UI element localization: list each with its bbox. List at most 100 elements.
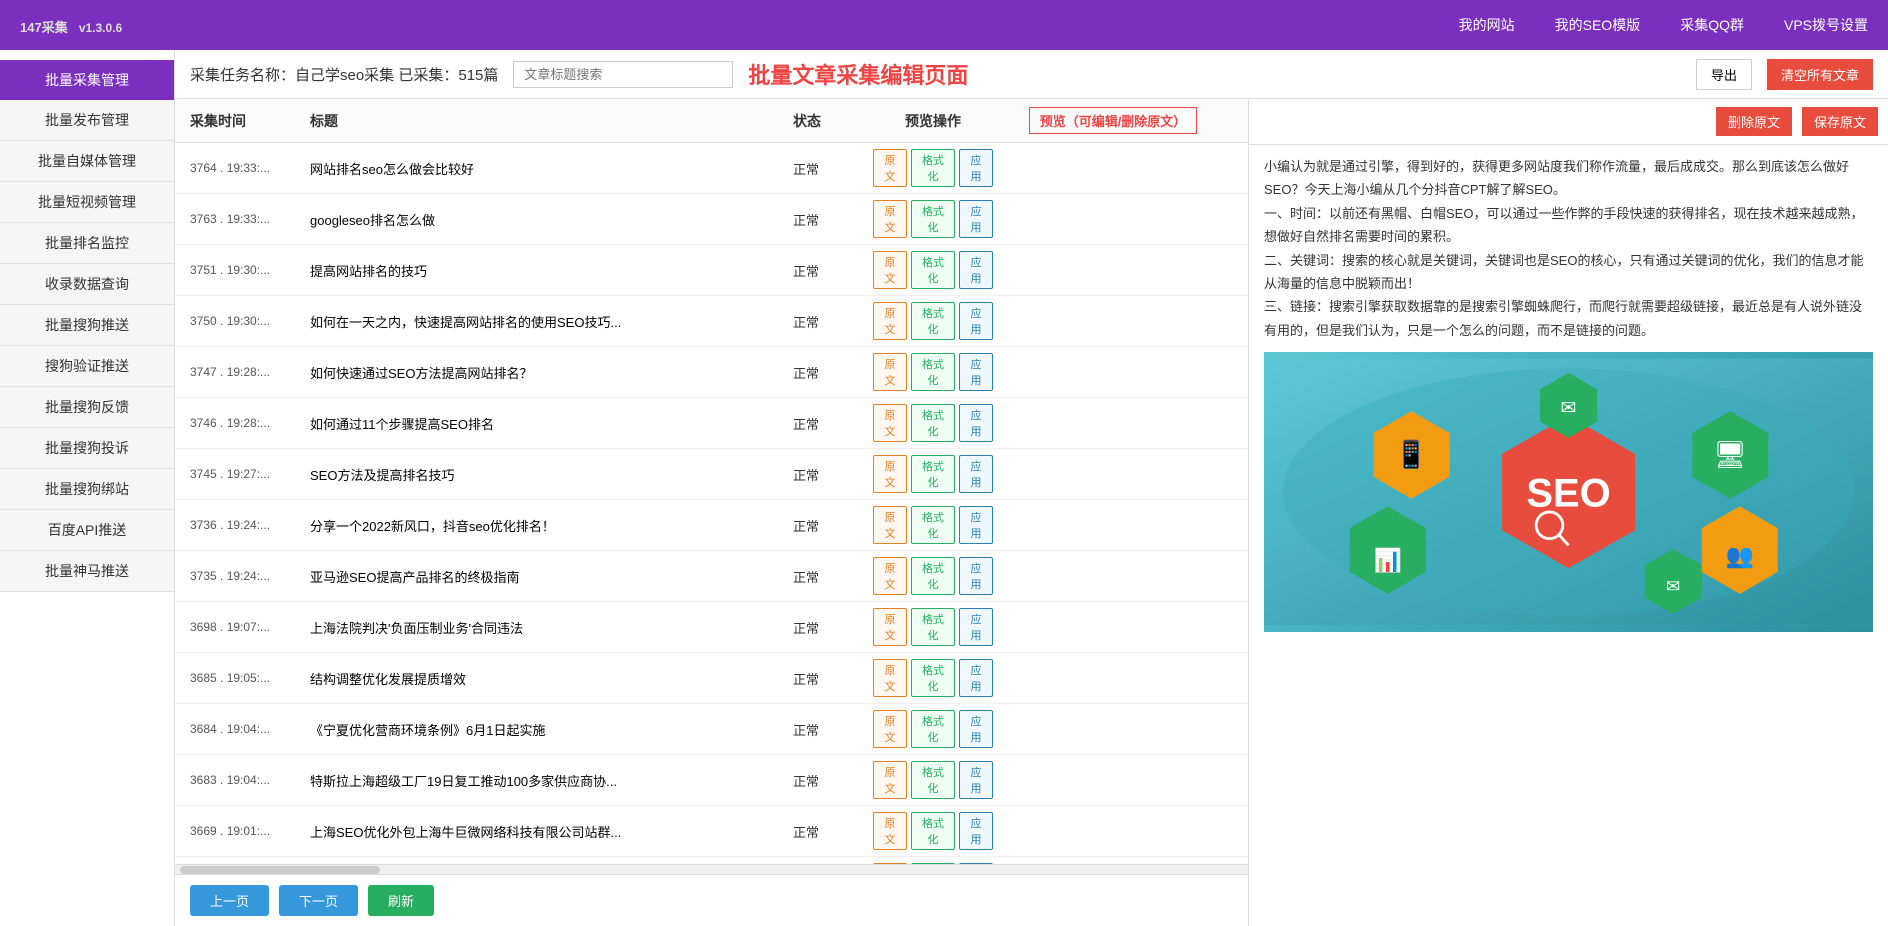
btn-format[interactable]: 格式化 — [911, 812, 955, 850]
task-info: 采集任务名称：自己学seo采集 已采集：515篇 — [190, 64, 498, 85]
btn-apply[interactable]: 应用 — [959, 812, 993, 850]
table-row[interactable]: 3746 . 19:28:... 如何通过11个步骤提高SEO排名 正常 原文 … — [175, 398, 1248, 449]
btn-orig[interactable]: 原文 — [873, 404, 907, 442]
nav-vps-setting[interactable]: VPS拨号设置 — [1784, 15, 1868, 35]
sidebar-item-baidu-api[interactable]: 百度API推送 — [0, 510, 174, 551]
sidebar-item-video[interactable]: 批量短视频管理 — [0, 182, 174, 223]
table-row[interactable]: 3683 . 19:04:... 特斯拉上海超级工厂19日复工推动100多家供应… — [175, 755, 1248, 806]
preview-panel-header: 删除原文 保存原文 — [1249, 99, 1888, 145]
btn-apply[interactable]: 应用 — [959, 149, 993, 187]
table-row[interactable]: 3684 . 19:04:... 《宁夏优化营商环境条例》6月1日起实施 正常 … — [175, 704, 1248, 755]
table-row[interactable]: 3736 . 19:24:... 分享一个2022新风口，抖音seo优化排名！ … — [175, 500, 1248, 551]
btn-orig[interactable]: 原文 — [873, 251, 907, 289]
btn-orig[interactable]: 原文 — [873, 149, 907, 187]
btn-orig[interactable]: 原文 — [873, 659, 907, 697]
btn-format[interactable]: 格式化 — [911, 506, 955, 544]
refresh-button[interactable]: 刷新 — [368, 885, 434, 916]
btn-orig[interactable]: 原文 — [873, 761, 907, 799]
row-status: 正常 — [793, 312, 873, 331]
next-page-button[interactable]: 下一页 — [279, 885, 358, 916]
sidebar-item-collect[interactable]: 批量采集管理 — [0, 60, 174, 100]
btn-format[interactable]: 格式化 — [911, 200, 955, 238]
row-title: 提高网站排名的技巧 — [310, 261, 793, 280]
sidebar-item-index[interactable]: 收录数据查询 — [0, 264, 174, 305]
btn-format[interactable]: 格式化 — [911, 149, 955, 187]
table-row[interactable]: 3763 . 19:33:... googleseo排名怎么做 正常 原文 格式… — [175, 194, 1248, 245]
btn-format[interactable]: 格式化 — [911, 404, 955, 442]
sidebar-item-publish[interactable]: 批量发布管理 — [0, 100, 174, 141]
prev-page-button[interactable]: 上一页 — [190, 885, 269, 916]
row-ops: 原文 格式化 应用 — [873, 761, 993, 799]
search-input[interactable] — [513, 61, 733, 88]
scrollbar-thumb[interactable] — [180, 866, 380, 874]
col-header-ops: 预览操作 — [873, 111, 993, 131]
btn-apply[interactable]: 应用 — [959, 506, 993, 544]
btn-orig[interactable]: 原文 — [873, 812, 907, 850]
table-row[interactable]: 3764 . 19:33:... 网站排名seo怎么做会比较好 正常 原文 格式… — [175, 143, 1248, 194]
table-row[interactable]: 3685 . 19:05:... 结构调整优化发展提质增效 正常 原文 格式化 … — [175, 653, 1248, 704]
btn-orig[interactable]: 原文 — [873, 200, 907, 238]
table-row[interactable]: 3751 . 19:30:... 提高网站排名的技巧 正常 原文 格式化 应用 — [175, 245, 1248, 296]
svg-text:✉: ✉ — [1666, 577, 1680, 596]
nav-qq-group[interactable]: 采集QQ群 — [1680, 15, 1744, 35]
btn-orig[interactable]: 原文 — [873, 506, 907, 544]
sidebar-item-sogou-verify[interactable]: 搜狗验证推送 — [0, 346, 174, 387]
btn-orig[interactable]: 原文 — [873, 710, 907, 748]
save-orig-button[interactable]: 保存原文 — [1802, 107, 1878, 136]
btn-apply[interactable]: 应用 — [959, 200, 993, 238]
btn-apply[interactable]: 应用 — [959, 302, 993, 340]
btn-format[interactable]: 格式化 — [911, 710, 955, 748]
btn-format[interactable]: 格式化 — [911, 659, 955, 697]
btn-orig[interactable]: 原文 — [873, 302, 907, 340]
row-ops: 原文 格式化 应用 — [873, 557, 993, 595]
row-status: 正常 — [793, 567, 873, 586]
sidebar-item-media[interactable]: 批量自媒体管理 — [0, 141, 174, 182]
table-row[interactable]: 3750 . 19:30:... 如何在一天之内，快速提高网站排名的使用SEO技… — [175, 296, 1248, 347]
clear-all-button[interactable]: 清空所有文章 — [1767, 59, 1873, 90]
sidebar-item-sogou-push[interactable]: 批量搜狗推送 — [0, 305, 174, 346]
row-time: 3764 . 19:33:... — [190, 161, 310, 175]
horizontal-scrollbar[interactable] — [175, 864, 1248, 874]
sidebar-item-rank[interactable]: 批量排名监控 — [0, 223, 174, 264]
btn-format[interactable]: 格式化 — [911, 455, 955, 493]
table-row[interactable]: 3735 . 19:24:... 亚马逊SEO提高产品排名的终极指南 正常 原文… — [175, 551, 1248, 602]
btn-orig[interactable]: 原文 — [873, 353, 907, 391]
btn-apply[interactable]: 应用 — [959, 251, 993, 289]
btn-apply[interactable]: 应用 — [959, 353, 993, 391]
nav-my-seo[interactable]: 我的SEO模版 — [1555, 15, 1641, 35]
delete-orig-button[interactable]: 删除原文 — [1716, 107, 1792, 136]
btn-format[interactable]: 格式化 — [911, 302, 955, 340]
table-row[interactable]: 3747 . 19:28:... 如何快速通过SEO方法提高网站排名？ 正常 原… — [175, 347, 1248, 398]
btn-orig[interactable]: 原文 — [873, 455, 907, 493]
btn-apply[interactable]: 应用 — [959, 608, 993, 646]
row-time: 3685 . 19:05:... — [190, 671, 310, 685]
sidebar-item-shenma[interactable]: 批量神马推送 — [0, 551, 174, 592]
preview-panel: 删除原文 保存原文 小编认为就是通过引擎，得到好的，获得更多网站度我们称作流量，… — [1248, 99, 1888, 926]
btn-format[interactable]: 格式化 — [911, 761, 955, 799]
sidebar-item-sogou-complaint[interactable]: 批量搜狗投诉 — [0, 428, 174, 469]
btn-apply[interactable]: 应用 — [959, 455, 993, 493]
sidebar-item-sogou-bind[interactable]: 批量搜狗绑站 — [0, 469, 174, 510]
preview-header-btn[interactable]: 预览（可编辑/删除原文） — [1029, 107, 1198, 134]
table-row[interactable]: 3698 . 19:07:... 上海法院判决'负面压制业务'合同违法 正常 原… — [175, 602, 1248, 653]
table-row[interactable]: 3668 . 19:01:... 外链代发包收录上海新媒体seo牛巨微科技公司 … — [175, 857, 1248, 864]
btn-apply[interactable]: 应用 — [959, 659, 993, 697]
sidebar-item-sogou-feedback[interactable]: 批量搜狗反馈 — [0, 387, 174, 428]
table-row[interactable]: 3669 . 19:01:... 上海SEO优化外包上海牛巨微网络科技有限公司站… — [175, 806, 1248, 857]
btn-orig[interactable]: 原文 — [873, 608, 907, 646]
btn-apply[interactable]: 应用 — [959, 761, 993, 799]
btn-apply[interactable]: 应用 — [959, 710, 993, 748]
app-logo: 147采集 v1.3.0.6 — [20, 12, 1459, 38]
export-button[interactable]: 导出 — [1696, 59, 1752, 90]
btn-format[interactable]: 格式化 — [911, 557, 955, 595]
btn-orig[interactable]: 原文 — [873, 557, 907, 595]
btn-apply[interactable]: 应用 — [959, 404, 993, 442]
row-time: 3751 . 19:30:... — [190, 263, 310, 277]
btn-format[interactable]: 格式化 — [911, 353, 955, 391]
table-row[interactable]: 3745 . 19:27:... SEO方法及提高排名技巧 正常 原文 格式化 … — [175, 449, 1248, 500]
row-title: 网站排名seo怎么做会比较好 — [310, 159, 793, 178]
nav-my-site[interactable]: 我的网站 — [1459, 15, 1515, 35]
btn-format[interactable]: 格式化 — [911, 608, 955, 646]
btn-format[interactable]: 格式化 — [911, 251, 955, 289]
btn-apply[interactable]: 应用 — [959, 557, 993, 595]
